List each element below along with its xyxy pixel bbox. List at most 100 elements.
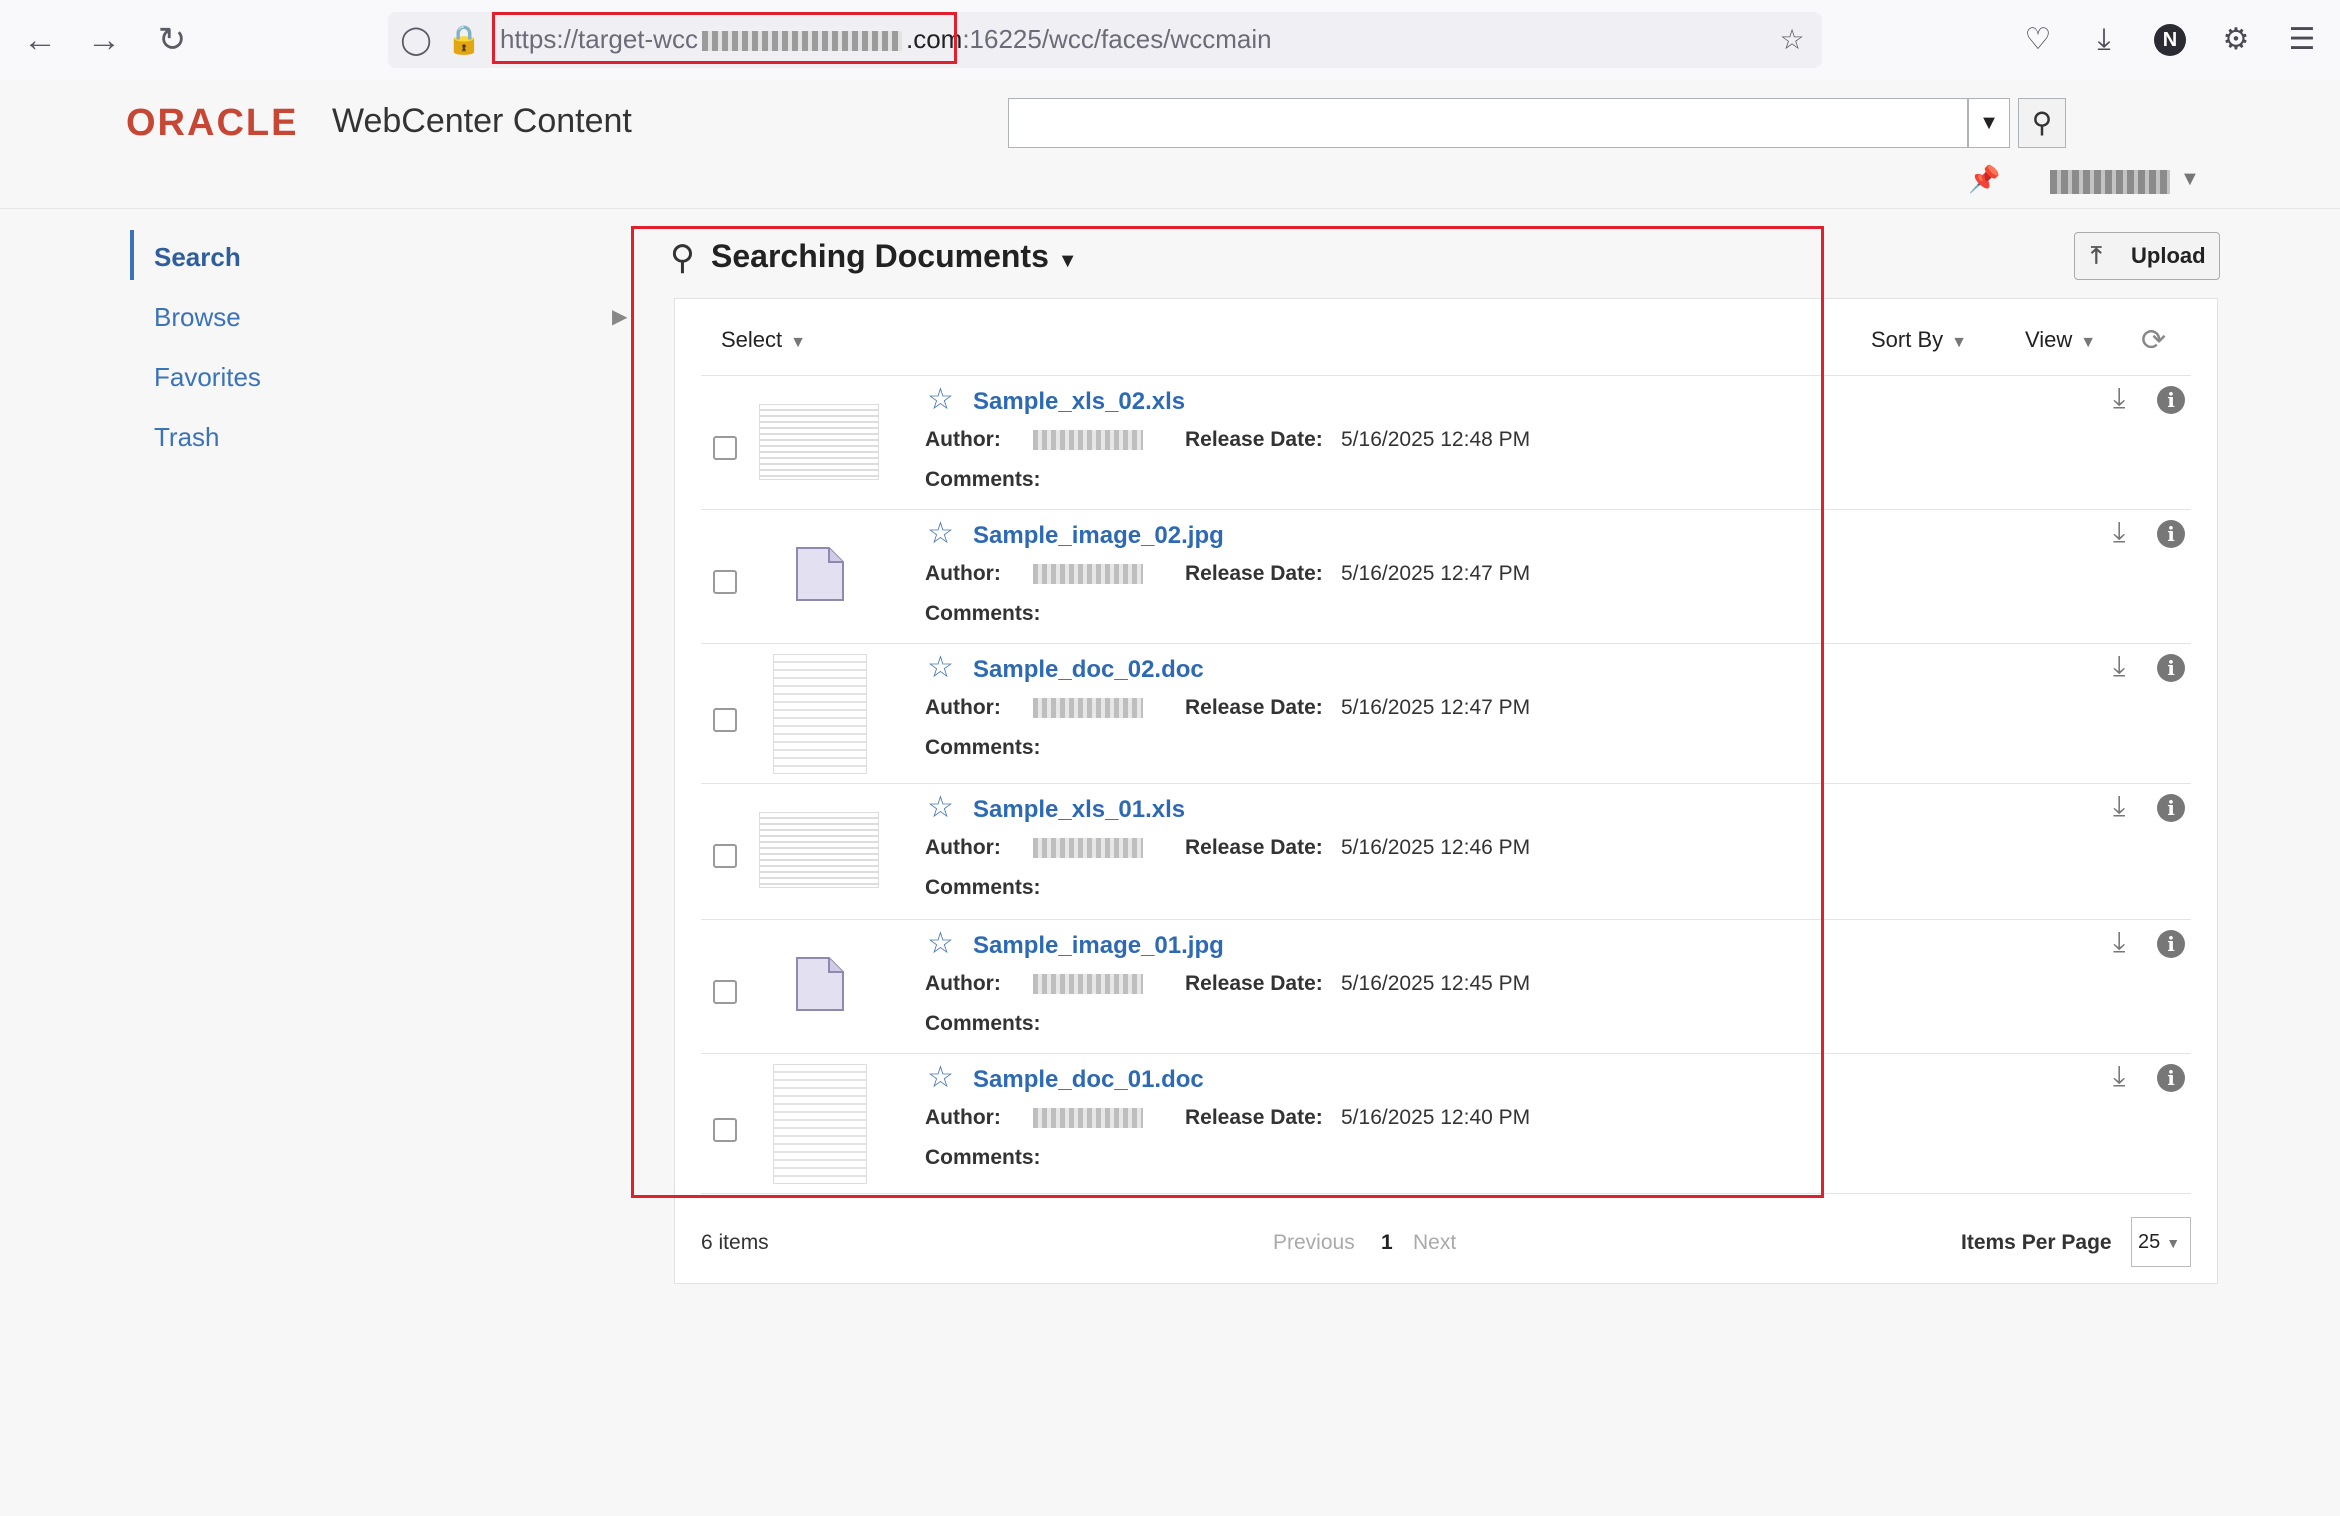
collapse-panel-icon[interactable]: ▶ (612, 304, 627, 329)
reload-icon[interactable]: ↻ (152, 20, 192, 60)
profile-avatar[interactable]: N (2154, 24, 2186, 56)
favorite-star-icon[interactable]: ☆ (927, 650, 954, 685)
sort-by-menu[interactable]: Sort By ▼ (1871, 327, 1967, 353)
nav-item-trash[interactable]: Trash (154, 422, 220, 453)
document-name-link[interactable]: Sample_doc_02.doc (973, 656, 1204, 684)
document-thumbnail[interactable] (795, 546, 845, 602)
document-thumbnail[interactable] (759, 404, 879, 480)
menu-icon[interactable]: ☰ (2282, 20, 2322, 60)
url-text[interactable]: https://target-wcc .com:16225/wcc/faces/w… (500, 24, 1272, 55)
release-date-label: Release Date: (1185, 428, 1323, 451)
author-label: Author: (925, 428, 1001, 451)
extensions-icon[interactable]: ⚙ (2216, 20, 2256, 60)
url-host-end: .com (905, 24, 963, 54)
nav-item-browse[interactable]: Browse (154, 302, 241, 333)
forward-arrow-icon[interactable]: → (84, 20, 124, 60)
address-bar[interactable]: ◯ 🔒 https://target-wcc .com:16225/wcc/fac… (388, 12, 1822, 68)
download-icon[interactable]: ⤓ (2113, 926, 2125, 959)
author-label: Author: (925, 562, 1001, 585)
generic-file-icon (796, 547, 844, 601)
select-menu[interactable]: Select ▼ (721, 327, 806, 353)
document-row[interactable]: ☆ Sample_xls_02.xls Author: Release Date… (701, 375, 2191, 510)
user-menu-name[interactable] (2050, 170, 2170, 194)
downloads-icon[interactable]: ⤓ (2084, 20, 2124, 60)
download-icon[interactable]: ⤓ (2113, 382, 2125, 415)
author-value-redacted (1033, 1108, 1143, 1128)
info-icon[interactable]: i (2157, 386, 2185, 414)
pager-next[interactable]: Next (1413, 1231, 1456, 1255)
items-per-page-select[interactable]: 25 ▼ (2131, 1217, 2191, 1267)
row-checkbox[interactable] (713, 708, 737, 732)
document-row[interactable]: ☆ Sample_image_01.jpg Author: Release Da… (701, 919, 2191, 1054)
document-name-link[interactable]: Sample_xls_02.xls (973, 388, 1185, 416)
document-name-link[interactable]: Sample_doc_01.doc (973, 1066, 1204, 1094)
back-arrow-icon[interactable]: ← (20, 20, 60, 60)
info-icon[interactable]: i (2157, 520, 2185, 548)
view-menu[interactable]: View ▼ (2025, 327, 2096, 353)
upload-button[interactable]: ⤒ Upload (2074, 232, 2220, 280)
release-date-label: Release Date: (1185, 836, 1323, 859)
nav-item-favorites[interactable]: Favorites (154, 362, 261, 393)
page-title[interactable]: Searching Documents ▼ (711, 238, 1078, 275)
generic-file-icon (796, 957, 844, 1011)
document-row[interactable]: ☆ Sample_doc_01.doc Author: Release Date… (701, 1053, 2191, 1194)
bookmark-star-icon[interactable]: ☆ (1772, 20, 1812, 60)
nav-item-search[interactable]: Search (154, 242, 241, 273)
shield-icon[interactable]: ◯ (396, 20, 436, 60)
chevron-down-icon[interactable]: ▼ (2180, 168, 2200, 191)
url-redacted (701, 31, 902, 52)
row-checkbox[interactable] (713, 1118, 737, 1142)
document-row[interactable]: ☆ Sample_doc_02.doc Author: Release Date… (701, 643, 2191, 784)
document-row[interactable]: ☆ Sample_xls_01.xls Author: Release Date… (701, 783, 2191, 920)
document-row[interactable]: ☆ Sample_image_02.jpg Author: Release Da… (701, 509, 2191, 644)
document-thumbnail[interactable] (795, 956, 845, 1012)
pin-icon[interactable]: 📌 (1968, 164, 2000, 195)
author-label: Author: (925, 696, 1001, 719)
row-checkbox[interactable] (713, 570, 737, 594)
lock-icon[interactable]: 🔒 (444, 20, 484, 60)
document-name-link[interactable]: Sample_image_01.jpg (973, 932, 1224, 960)
document-thumbnail[interactable] (773, 1064, 867, 1184)
pager-previous[interactable]: Previous (1273, 1231, 1355, 1255)
author-label: Author: (925, 836, 1001, 859)
info-icon[interactable]: i (2157, 1064, 2185, 1092)
release-date-value: 5/16/2025 12:47 PM (1341, 696, 1531, 719)
release-date-value: 5/16/2025 12:46 PM (1341, 836, 1531, 859)
download-icon[interactable]: ⤓ (2113, 650, 2125, 683)
document-name-link[interactable]: Sample_xls_01.xls (973, 796, 1185, 824)
document-thumbnail[interactable] (759, 812, 879, 888)
download-icon[interactable]: ⤓ (2113, 516, 2125, 549)
favorite-star-icon[interactable]: ☆ (927, 790, 954, 825)
search-options-dropdown[interactable]: ▼ (1968, 98, 2010, 148)
items-per-page-value: 25 (2138, 1231, 2161, 1253)
comments-label: Comments: (925, 602, 1041, 625)
download-icon[interactable]: ⤓ (2113, 790, 2125, 823)
row-checkbox[interactable] (713, 436, 737, 460)
favorite-star-icon[interactable]: ☆ (927, 1060, 954, 1095)
refresh-icon[interactable]: ⟳ (2141, 323, 2166, 358)
favorite-star-icon[interactable]: ☆ (927, 926, 954, 961)
document-name-link[interactable]: Sample_image_02.jpg (973, 522, 1224, 550)
comments-label: Comments: (925, 1012, 1041, 1035)
quick-search-input[interactable] (1008, 98, 1968, 148)
download-icon[interactable]: ⤓ (2113, 1060, 2125, 1093)
favorite-star-icon[interactable]: ☆ (927, 516, 954, 551)
chevron-down-icon[interactable]: ▼ (1058, 250, 1078, 272)
info-icon[interactable]: i (2157, 930, 2185, 958)
search-icon: ⚲ (670, 239, 695, 277)
document-thumbnail[interactable] (773, 654, 867, 774)
select-label: Select (721, 327, 783, 352)
nav-active-indicator (130, 230, 134, 280)
row-checkbox[interactable] (713, 980, 737, 1004)
upload-icon: ⤒ (2091, 242, 2102, 269)
search-icon[interactable]: ⚲ (2018, 98, 2066, 148)
pager-current-page[interactable]: 1 (1381, 1231, 1393, 1255)
info-icon[interactable]: i (2157, 654, 2185, 682)
release-date-label: Release Date: (1185, 696, 1323, 719)
favorite-star-icon[interactable]: ☆ (927, 382, 954, 417)
author-value-redacted (1033, 698, 1143, 718)
pocket-icon[interactable]: ♡ (2018, 20, 2058, 60)
info-icon[interactable]: i (2157, 794, 2185, 822)
row-checkbox[interactable] (713, 844, 737, 868)
release-date-value: 5/16/2025 12:40 PM (1341, 1106, 1531, 1129)
